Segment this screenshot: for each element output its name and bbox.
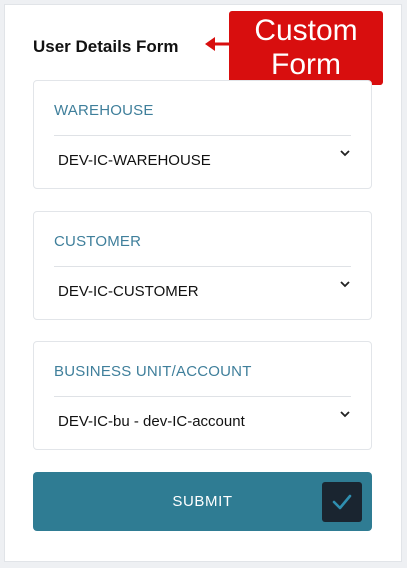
chevron-down-icon <box>340 150 350 157</box>
business-unit-value: DEV-IC-bu - dev-IC-account <box>58 413 245 430</box>
callout-line-2: Form <box>271 48 341 81</box>
callout-line-1: Custom <box>254 14 358 47</box>
warehouse-label: WAREHOUSE <box>54 102 154 119</box>
customer-card: CUSTOMER DEV-IC-CUSTOMER <box>33 211 372 320</box>
checkmark-icon <box>332 494 352 510</box>
chevron-down-icon <box>340 281 350 288</box>
checkmark-badge <box>322 482 362 522</box>
warehouse-card: WAREHOUSE DEV-IC-WAREHOUSE <box>33 80 372 189</box>
business-unit-card: BUSINESS UNIT/ACCOUNT DEV-IC-bu - dev-IC… <box>33 341 372 450</box>
business-unit-label: BUSINESS UNIT/ACCOUNT <box>54 363 252 380</box>
warehouse-value: DEV-IC-WAREHOUSE <box>58 152 211 169</box>
custom-form-callout: Custom Form <box>229 11 383 85</box>
chevron-down-icon <box>340 411 350 418</box>
business-unit-select[interactable]: DEV-IC-bu - dev-IC-account <box>54 397 351 443</box>
warehouse-select[interactable]: DEV-IC-WAREHOUSE <box>54 136 351 182</box>
form-title: User Details Form <box>33 37 179 56</box>
customer-select[interactable]: DEV-IC-CUSTOMER <box>54 267 351 313</box>
submit-button[interactable]: SUBMIT <box>33 472 372 531</box>
customer-value: DEV-IC-CUSTOMER <box>58 283 199 300</box>
callout-arrow-icon <box>205 37 230 51</box>
customer-label: CUSTOMER <box>54 233 142 250</box>
